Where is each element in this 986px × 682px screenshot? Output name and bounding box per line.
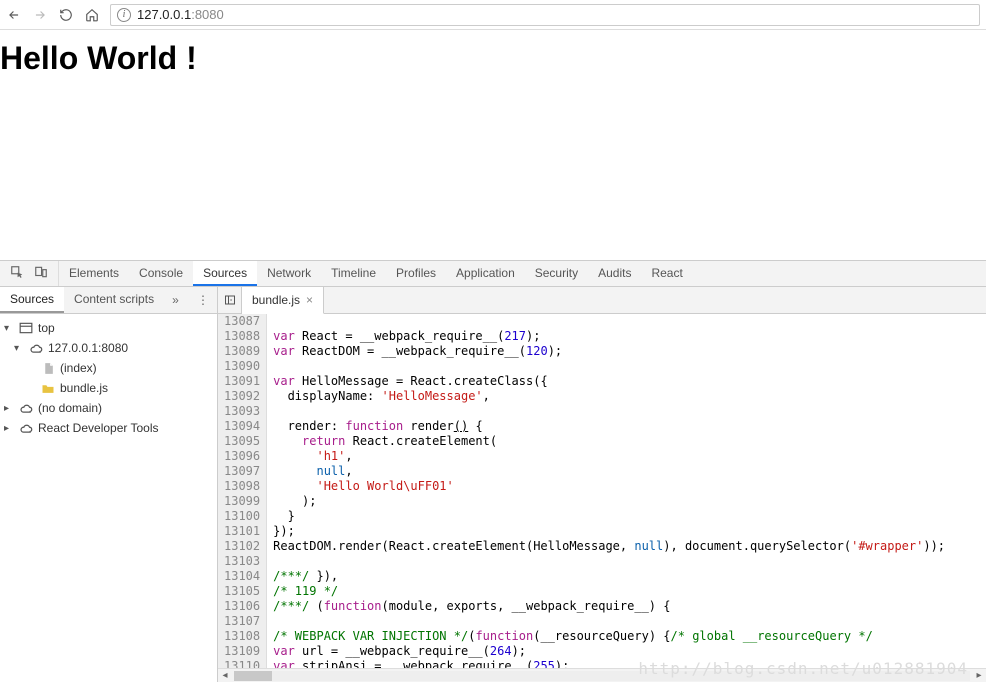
devtools-panel: ElementsConsoleSourcesNetworkTimelinePro… [0, 260, 986, 682]
scroll-track[interactable] [234, 671, 970, 681]
url-text: 127.0.0.1:8080 [137, 7, 224, 22]
more-tabs-icon[interactable]: » [164, 287, 187, 313]
sources-navigator[interactable]: ▾ top ▾ 127.0.0.1:8080 (index) [0, 314, 218, 682]
devtools-tab-security[interactable]: Security [525, 261, 588, 286]
tree-origin-label: 127.0.0.1:8080 [48, 341, 128, 355]
scroll-thumb[interactable] [234, 671, 272, 681]
code-editor[interactable]: 1308713088130891309013091130921309313094… [218, 314, 986, 668]
window-icon [18, 321, 34, 335]
horizontal-scrollbar[interactable]: ◂ ▸ [218, 668, 986, 682]
devtools-body: ▾ top ▾ 127.0.0.1:8080 (index) [0, 314, 986, 682]
devtools-subbar: SourcesContent scripts » ⋮ bundle.js × [0, 287, 986, 314]
site-info-icon[interactable]: i [117, 8, 131, 22]
cloud-icon [18, 421, 34, 435]
toggle-device-icon[interactable] [34, 265, 48, 282]
tree-extra-label: (no domain) [38, 401, 102, 415]
back-button[interactable] [6, 7, 22, 23]
address-bar[interactable]: i 127.0.0.1:8080 [110, 4, 980, 26]
home-button[interactable] [84, 7, 100, 23]
file-tab-bundle-js[interactable]: bundle.js × [242, 287, 324, 314]
nav-tab-content-scripts[interactable]: Content scripts [64, 287, 164, 313]
devtools-tab-sources[interactable]: Sources [193, 261, 257, 286]
page-heading: Hello World ! [0, 40, 986, 77]
tree-top[interactable]: ▾ top [0, 318, 217, 338]
scroll-right-icon[interactable]: ▸ [972, 670, 986, 681]
devtools-tab-audits[interactable]: Audits [588, 261, 641, 286]
devtools-tabbar: ElementsConsoleSourcesNetworkTimelinePro… [0, 261, 986, 287]
inspect-element-icon[interactable] [10, 265, 24, 282]
code-lines[interactable]: var React = __webpack_require__(217);var… [267, 314, 986, 668]
tree-file-label: (index) [60, 361, 97, 375]
browser-toolbar: i 127.0.0.1:8080 [0, 0, 986, 30]
tree-react-devtools[interactable]: ▸ React Developer Tools [0, 418, 217, 438]
cloud-icon [18, 401, 34, 415]
forward-button[interactable] [32, 7, 48, 23]
tree-file-label: bundle.js [60, 381, 108, 395]
cloud-icon [28, 341, 44, 355]
devtools-tab-console[interactable]: Console [129, 261, 193, 286]
editor-tabbar: bundle.js × [218, 287, 986, 313]
tree-top-label: top [38, 321, 55, 335]
page-viewport: Hello World ! [0, 30, 986, 260]
close-icon[interactable]: × [306, 293, 313, 307]
sources-nav-header: SourcesContent scripts » ⋮ [0, 287, 218, 313]
nav-tab-sources[interactable]: Sources [0, 287, 64, 313]
tree-file-bundle[interactable]: bundle.js [0, 378, 217, 398]
devtools-tab-elements[interactable]: Elements [59, 261, 129, 286]
devtools-tab-profiles[interactable]: Profiles [386, 261, 446, 286]
toggle-navigator-icon[interactable] [218, 287, 242, 313]
devtools-tab-application[interactable]: Application [446, 261, 525, 286]
document-icon [40, 361, 56, 375]
devtools-tab-network[interactable]: Network [257, 261, 321, 286]
tree-file-index[interactable]: (index) [0, 358, 217, 378]
tree-extra-label: React Developer Tools [38, 421, 159, 435]
line-gutter: 1308713088130891309013091130921309313094… [218, 314, 267, 668]
folder-icon [40, 381, 56, 395]
tree-no-domain[interactable]: ▸ (no domain) [0, 398, 217, 418]
devtools-tab-react[interactable]: React [641, 261, 692, 286]
reload-button[interactable] [58, 7, 74, 23]
file-tab-label: bundle.js [252, 293, 300, 307]
devtools-tab-timeline[interactable]: Timeline [321, 261, 386, 286]
scroll-left-icon[interactable]: ◂ [218, 670, 232, 681]
tree-origin[interactable]: ▾ 127.0.0.1:8080 [0, 338, 217, 358]
nav-menu-icon[interactable]: ⋮ [189, 287, 217, 313]
